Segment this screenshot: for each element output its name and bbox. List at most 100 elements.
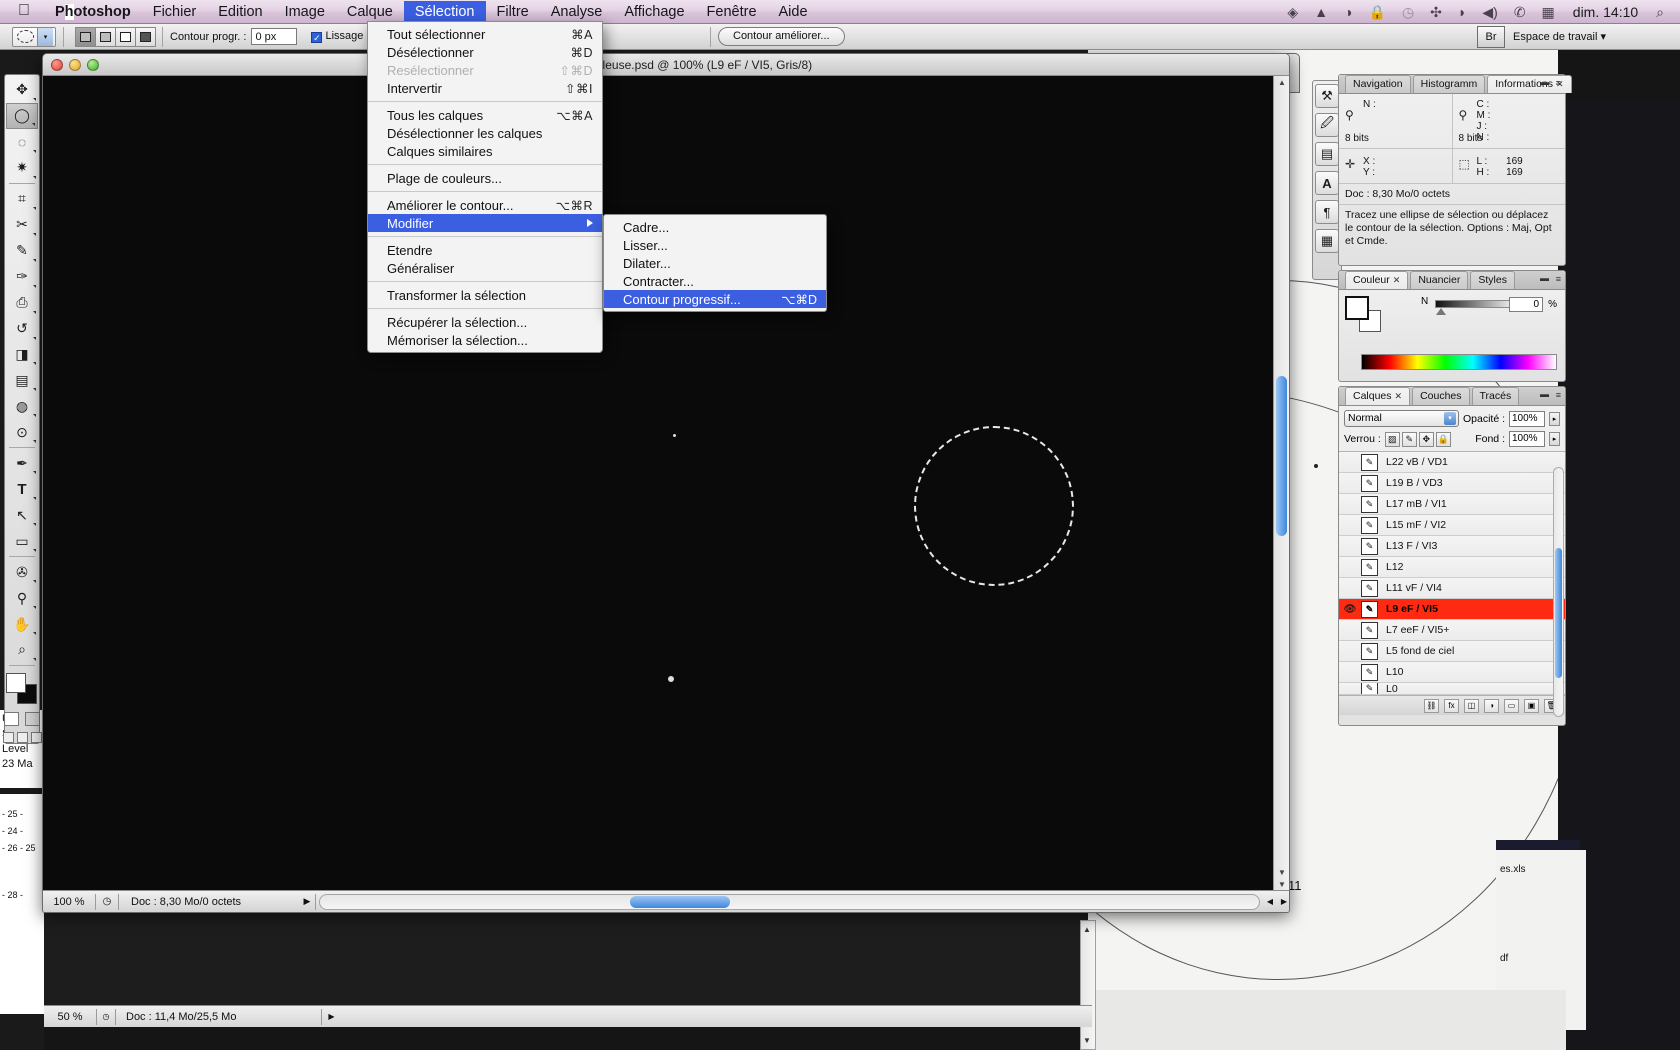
lock-pixels-icon[interactable]: ✎ [1401, 431, 1417, 447]
adjustment-icon[interactable]: ◑ [1484, 698, 1499, 713]
link-icon[interactable]: ⛓ [1424, 698, 1439, 713]
close-icon[interactable]: ✕ [1393, 275, 1401, 285]
menu-fenetre[interactable]: Fenêtre [696, 1, 768, 23]
vertical-scroll-thumb[interactable] [1276, 376, 1287, 536]
layers-panel-tabs[interactable]: Calques ✕ Couches Tracés ▬ ≡ [1339, 387, 1565, 406]
standard-mask-icon[interactable] [25, 711, 40, 726]
opacity-value[interactable]: 100% [1509, 410, 1545, 427]
tool-move-tool[interactable]: ✥ [6, 77, 38, 103]
panel-collapse-icon[interactable]: ▬ [1540, 77, 1549, 87]
tab-traces[interactable]: Tracés [1471, 387, 1520, 405]
layer-thumbnail[interactable]: ✎ [1361, 516, 1378, 534]
scroll-up-arrow[interactable]: ▲ [1083, 925, 1091, 934]
document-window[interactable]: palette-nebuleuse.psd @ 100% (L9 eF / VI… [42, 53, 1290, 913]
right-panel-dock[interactable]: Navigation Histogramm Informations ✕ ▬ ≡ … [1338, 74, 1572, 744]
panel-menu-icon[interactable]: ≡ [1556, 390, 1561, 400]
submenu-item-cadre[interactable]: Cadre... [604, 218, 826, 236]
workspace-selector[interactable]: Espace de travail ▾ [1513, 30, 1606, 43]
panel-collapse-icon[interactable]: ▬ [1540, 389, 1549, 399]
clock[interactable]: dim. 14:10 [1563, 4, 1648, 20]
submenu-item-dilater[interactable]: Dilater... [604, 254, 826, 272]
tool-brush-tool[interactable]: ✑ [6, 264, 38, 290]
layer-row[interactable]: ✎ L22 vB / VD1 [1339, 452, 1565, 473]
lock-position-icon[interactable]: ✥ [1418, 431, 1434, 447]
panel-menu-icon[interactable]: ≡ [1556, 274, 1561, 284]
tool-zoom-tool[interactable]: ⌕ [6, 637, 38, 663]
layer-row[interactable]: ✎ L5 fond de ciel [1339, 641, 1565, 662]
backdrop-status-more[interactable]: ▶ [322, 1010, 340, 1024]
menu-item-modifier[interactable]: Modifier [368, 214, 602, 232]
tool-marquee-tool[interactable]: ◯ [6, 102, 38, 129]
layer-row[interactable]: ✎ L7 eeF / VI5+ [1339, 620, 1565, 641]
paragraph-icon[interactable]: ¶ [1315, 200, 1339, 224]
tool-lasso-tool[interactable]: ◌ [6, 129, 38, 155]
fill-value[interactable]: 100% [1509, 431, 1545, 447]
subtract-from-selection-button[interactable] [115, 26, 136, 47]
tool-type-tool[interactable]: T [6, 476, 38, 502]
chevron-down-icon[interactable]: ▾ [1443, 412, 1456, 425]
chevron-down-icon[interactable]: ▾ [37, 27, 53, 46]
color-panel[interactable]: Couleur ✕ Nuancier Styles ▬ ≡ N 0 % [1338, 270, 1566, 382]
tool-path-selection-tool[interactable]: ↖ [6, 502, 38, 528]
wifi-icon[interactable]: ◗ [1450, 5, 1474, 19]
tool-crop-tool[interactable]: ⌗ [6, 186, 38, 212]
canvas-horizontal-scrollbar[interactable] [319, 893, 1260, 910]
menu-affichage[interactable]: Affichage [613, 1, 695, 23]
selection-dropdown-menu[interactable]: Tout sélectionner ⌘A Désélectionner ⌘D Res… [367, 21, 603, 353]
layer-thumbnail[interactable]: ✎ [1361, 495, 1378, 513]
menu-photoshop[interactable]: Photoshop [44, 1, 142, 23]
layer-row-selected[interactable]: 👁 ✎ L9 eF / VI5 [1339, 599, 1565, 620]
tool-eraser-tool[interactable]: ◨ [6, 342, 38, 368]
slider-knob[interactable] [1436, 308, 1446, 315]
menu-item-tout-selectionner[interactable]: Tout sélectionner ⌘A [368, 25, 602, 43]
info-panel[interactable]: Navigation Histogramm Informations ✕ ▬ ≡ … [1338, 74, 1572, 266]
feather-input[interactable]: 0 px [251, 28, 298, 45]
lock-all-icon[interactable]: 🔒 [1435, 431, 1451, 447]
white-doc-scrollbar[interactable]: ▲ ▼ [1080, 920, 1096, 1050]
menu-edition[interactable]: Edition [207, 1, 273, 23]
character-icon[interactable]: A [1315, 171, 1339, 195]
menu-calque[interactable]: Calque [336, 1, 404, 23]
layer-list[interactable]: ✎ L22 vB / VD1 ✎ L19 B / VD3 ✎ L17 mB / VI1… [1339, 451, 1565, 695]
color-swatch-pair[interactable] [1345, 296, 1385, 332]
options-bar[interactable]: ▾ Contour progr. : 0 px ✓ Lissage Style … [0, 24, 1680, 50]
group-icon[interactable]: ▭ [1504, 698, 1519, 713]
tool-eyedropper-tool[interactable]: ⚲ [6, 585, 38, 611]
foreground-color-swatch[interactable] [6, 672, 26, 693]
menu-item-recuperer-la-selection[interactable]: Récupérer la sélection... [368, 313, 602, 331]
color-spectrum-ramp[interactable] [1361, 354, 1557, 370]
opacity-stepper[interactable]: ▸ [1549, 411, 1560, 426]
menu-aide[interactable]: Aide [768, 1, 819, 23]
layer-row[interactable]: ✎ L0 [1339, 683, 1565, 695]
close-icon[interactable]: ✕ [1395, 391, 1403, 401]
layer-thumbnail[interactable]: ✎ [1361, 474, 1378, 492]
info-panel-tabs[interactable]: Navigation Histogramm Informations ✕ ▬ ≡ [1339, 75, 1572, 94]
menu-item-deselectionner-les-calques[interactable]: Désélectionner les calques [368, 124, 602, 142]
layer-row[interactable]: ✎ L12 [1339, 557, 1565, 578]
layer-row[interactable]: ✎ L15 mF / VI2 [1339, 515, 1565, 536]
tool-clone-stamp-tool[interactable]: ⎙ [6, 290, 38, 316]
layer-thumbnail[interactable]: ✎ [1361, 453, 1378, 471]
layer-thumbnail[interactable]: ✎ [1361, 683, 1378, 694]
zoom-level[interactable]: 100 % [43, 896, 95, 908]
menu-item-tous-les-calques[interactable]: Tous les calques ⌥⌘A [368, 106, 602, 124]
tool-dodge-tool[interactable]: ⊙ [6, 419, 38, 445]
dropbox-icon[interactable]: ◈ [1279, 5, 1306, 19]
scroll-down-arrow[interactable]: ▼ [1277, 868, 1287, 878]
tool-history-brush-tool[interactable]: ↺ [6, 316, 38, 342]
visibility-toggle[interactable]: 👁 [1339, 604, 1361, 615]
lock-transparency-icon[interactable]: ▨ [1384, 431, 1400, 447]
layers-scrollbar[interactable] [1553, 467, 1564, 717]
bluetooth-icon[interactable]: ✣ [1422, 5, 1450, 19]
layers-panel[interactable]: Calques ✕ Couches Tracés ▬ ≡ Normal ▾ Opa… [1338, 386, 1566, 726]
tool-slice-tool[interactable]: ✂ [6, 212, 38, 238]
menu-filtre[interactable]: Filtre [486, 1, 540, 23]
quick-mask-icon[interactable] [4, 711, 19, 726]
toolbox[interactable]: ✥ ◯ ◌ ✷ ⌗ ✂ ✎ ✑ ⎙ ↺ ◨ ▤ ◍ ⊙ ✒ T ↖ ▭ ✇ ⚲ … [2, 74, 42, 744]
scanner-icon[interactable]: ◑ [1336, 5, 1360, 19]
tool-shape-tool[interactable]: ▭ [6, 528, 38, 554]
tool-gradient-tool[interactable]: ▤ [6, 367, 38, 393]
fx-icon[interactable]: fx [1444, 698, 1459, 713]
tool-magic-wand-tool[interactable]: ✷ [6, 155, 38, 181]
screen-mode-full-icon[interactable] [16, 731, 28, 743]
